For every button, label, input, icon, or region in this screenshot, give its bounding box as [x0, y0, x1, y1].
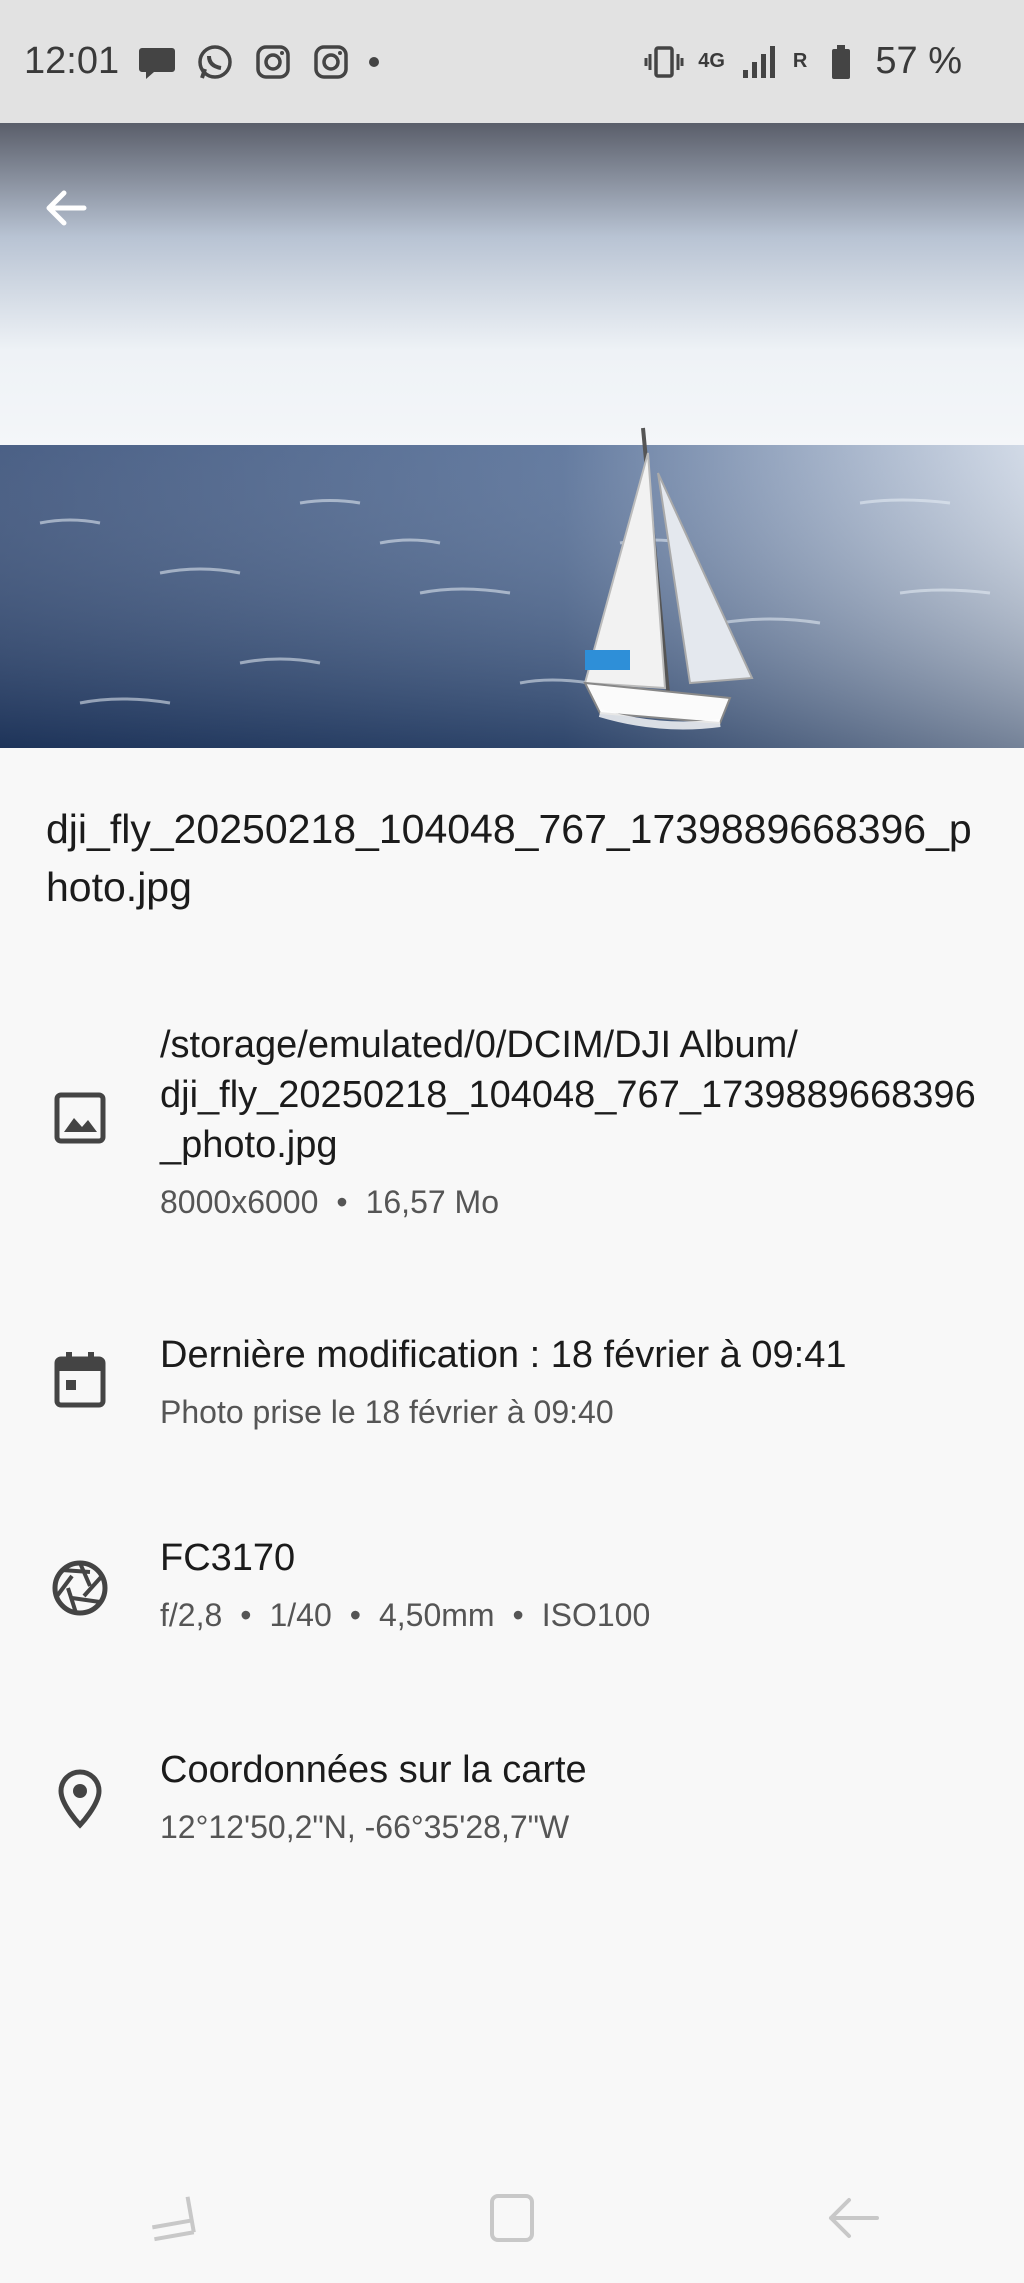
recents-button[interactable]: [111, 2178, 231, 2258]
vibrate-icon: [644, 45, 684, 78]
arrow-back-icon: [46, 190, 87, 226]
camera-model: FC3170: [160, 1537, 296, 1579]
home-button[interactable]: [452, 2178, 572, 2258]
file-path: /storage/emulated/0/DCIM/DJI Album/ dji_…: [160, 1024, 976, 1166]
last-modified: Dernière modification : 18 février à 09:…: [160, 1334, 847, 1376]
file-dimensions: 8000x6000 • 16,57 Mo: [160, 1184, 499, 1220]
status-bar-right: 4G R 57 %: [644, 0, 962, 123]
sailboat-photo: [0, 123, 1024, 748]
nav-back-button[interactable]: [793, 2178, 913, 2258]
instagram-icon: [314, 44, 348, 79]
coordinates: 12°12'50,2"N, -66°35'28,7"W: [160, 1809, 570, 1845]
roaming-indicator: R: [792, 50, 808, 72]
battery-percent: 57 %: [875, 40, 962, 82]
battery-icon: [832, 44, 851, 79]
recents-icon: [151, 2196, 196, 2242]
navigation-bar: [0, 2153, 1024, 2283]
exposure-info: f/2,8 • 1/40 • 4,50mm • ISO100: [160, 1597, 651, 1633]
message-icon: [139, 47, 176, 79]
file-size: 16,57 Mo: [365, 1184, 499, 1220]
home-icon: [489, 2194, 534, 2242]
photo-preview: [0, 123, 1024, 748]
focal-length: 4,50mm: [378, 1597, 495, 1633]
aperture: f/2,8: [160, 1597, 223, 1633]
calendar-icon: [50, 1350, 110, 1410]
location-pin-icon: [50, 1769, 110, 1829]
signal-icon: [742, 45, 775, 78]
file-name: dji_fly_20250218_104048_767_173988966839…: [46, 806, 972, 910]
instagram-icon: [256, 44, 290, 79]
network-type: 4G: [698, 50, 725, 72]
aperture-icon: [50, 1558, 110, 1618]
date-taken: Photo prise le 18 février à 09:40: [160, 1394, 614, 1430]
clock: 12:01: [24, 40, 120, 82]
iso: ISO100: [541, 1597, 651, 1633]
status-bar-left: 12:01: [24, 0, 380, 123]
more-notifications-dot: [369, 56, 380, 67]
resolution: 8000x6000: [160, 1184, 319, 1220]
map-coordinates-label: Coordonnées sur la carte: [160, 1749, 587, 1791]
back-button[interactable]: [40, 183, 120, 263]
nav-back-icon: [829, 2198, 880, 2238]
image-icon: [50, 1088, 110, 1148]
shutter-speed: 1/40: [269, 1597, 332, 1633]
status-bar: 12:01 4G R 57 %: [0, 0, 1024, 123]
whatsapp-icon: [198, 44, 232, 79]
